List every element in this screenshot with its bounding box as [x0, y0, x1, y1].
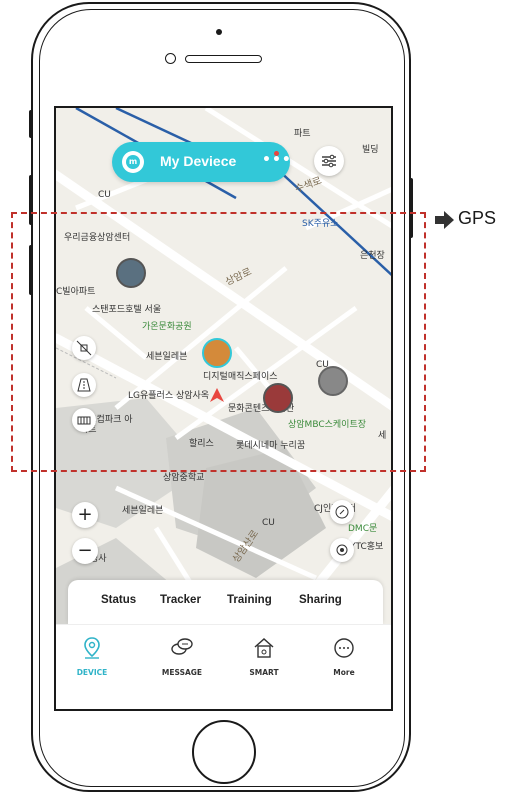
- map-label-digital-magic: 디지털매직스페이스: [203, 372, 278, 382]
- mute-switch: [29, 110, 33, 138]
- map-label-se: 세: [378, 431, 387, 441]
- satellite-icon: [76, 340, 92, 356]
- map-label-seven-eleven-2: 세븐일레븐: [122, 506, 164, 516]
- device-selector-pill[interactable]: m My Deviece •••: [112, 142, 291, 182]
- fence-layer-button[interactable]: [72, 408, 96, 432]
- zoom-out-button[interactable]: −: [72, 538, 98, 564]
- map-label-apt: 파트: [294, 129, 311, 139]
- road-icon: [77, 378, 91, 392]
- notification-dot: [274, 151, 279, 156]
- nav-message-label: MESSAGE: [161, 668, 203, 677]
- map-label-seven-eleven-1: 세븐일레븐: [146, 352, 188, 362]
- map-label-woori-center: 우리금융상암센터: [64, 233, 131, 243]
- nav-smart[interactable]: SMART: [234, 635, 294, 677]
- tab-tracker[interactable]: Tracker: [160, 594, 201, 606]
- device-pin-grey[interactable]: [318, 366, 348, 396]
- map-label-stanford-hotel: 스탠포드호텔 서울: [92, 305, 162, 315]
- app-screen: CU 우리금융상암센터 C빌아파트 스탠포드호텔 서울 가온문화공원 세븐일레븐…: [54, 106, 393, 711]
- front-camera: [165, 53, 176, 64]
- tab-sharing[interactable]: Sharing: [299, 594, 342, 606]
- map-label-lg-uplus: LG유플러스 상암사옥: [128, 391, 210, 401]
- device-title: My Deviece: [160, 153, 237, 169]
- nav-more[interactable]: More: [314, 635, 374, 677]
- sliders-icon: [322, 154, 336, 168]
- map-label-cu-1: CU: [98, 190, 111, 200]
- bottom-navigation: DEVICE MESSAGE SMART More: [56, 624, 391, 709]
- gps-label: GPS: [458, 208, 497, 228]
- map-label-mbc-rink: 상암MBC스케이트장: [288, 420, 367, 430]
- map-label-sk-gas: SK주유소: [302, 219, 339, 229]
- road-layer-button[interactable]: [72, 373, 96, 397]
- current-location-arrow-icon: [210, 388, 224, 402]
- family-member-pin-2[interactable]: [202, 338, 232, 368]
- arrow-right-icon: [435, 211, 454, 229]
- family-member-pin-1[interactable]: [116, 258, 146, 288]
- map-label-lotte-cinema: 롯데시네마 누리꿈: [236, 441, 306, 451]
- map-label-hollys: 할리스: [189, 439, 214, 449]
- tab-status[interactable]: Status: [101, 594, 136, 606]
- camera-dot: [216, 29, 222, 35]
- map-label-gaon-park: 가온문화공원: [142, 322, 192, 332]
- filter-settings-button[interactable]: [314, 146, 344, 176]
- volume-up-button: [29, 175, 33, 225]
- family-member-pin-3[interactable]: [263, 383, 293, 413]
- nav-device[interactable]: DEVICE: [62, 635, 122, 677]
- nav-device-label: DEVICE: [76, 668, 108, 677]
- map-label-building: 빌딩: [362, 145, 379, 155]
- compass-icon: [335, 505, 349, 519]
- more-circle-icon: [334, 638, 354, 658]
- device-logo-icon: m: [122, 151, 144, 173]
- location-pin-icon: [84, 637, 100, 659]
- volume-down-button: [29, 245, 33, 295]
- home-button[interactable]: [192, 720, 256, 784]
- map-label-eunchon: 은천장: [360, 251, 385, 261]
- map-label-sangam-middle: 상암중학교: [163, 473, 205, 483]
- my-location-button[interactable]: [330, 538, 354, 562]
- device-tabs: Status Tracker Training Sharing: [68, 580, 383, 624]
- earpiece-speaker: [185, 55, 262, 63]
- fence-icon: [77, 416, 91, 425]
- satellite-layer-button[interactable]: [72, 336, 96, 360]
- zoom-in-button[interactable]: +: [72, 502, 98, 528]
- smart-home-icon: [254, 637, 274, 658]
- nav-message[interactable]: MESSAGE: [152, 635, 212, 677]
- power-button: [409, 178, 413, 238]
- nav-more-label: More: [333, 668, 355, 677]
- map-label-cvill-apt: C빌아파트: [56, 287, 96, 297]
- nav-smart-label: SMART: [249, 668, 279, 677]
- map-label-ytc: YTC홍보: [350, 542, 384, 552]
- chat-bubbles-icon: [171, 638, 193, 655]
- tab-training[interactable]: Training: [227, 594, 272, 606]
- compass-button[interactable]: [330, 500, 354, 524]
- map-label-cu-2: CU: [262, 518, 275, 528]
- locate-icon: [336, 544, 348, 556]
